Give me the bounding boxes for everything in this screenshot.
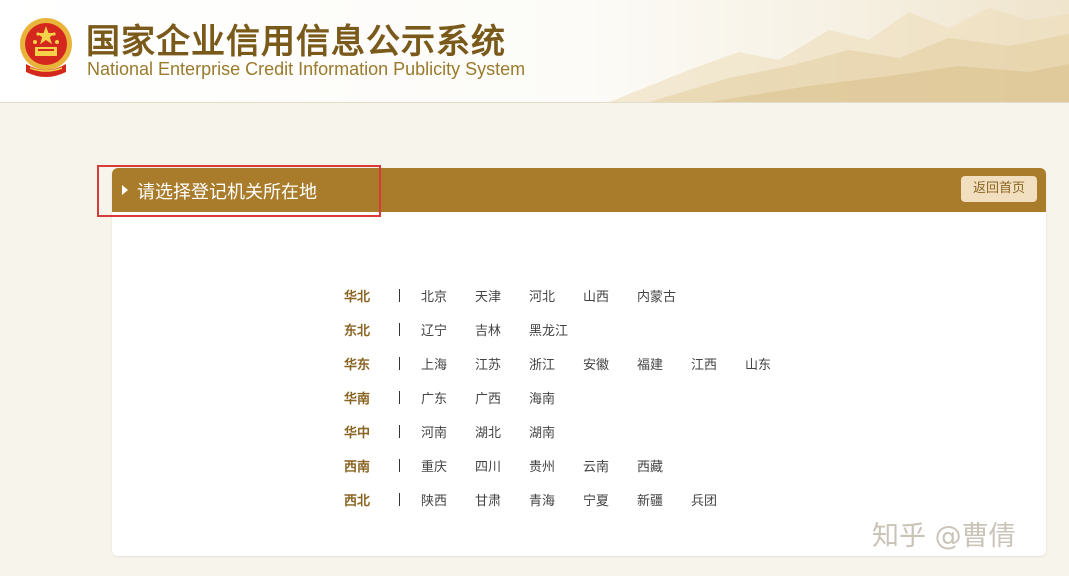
region-label: 华中 (344, 425, 371, 441)
province-link[interactable]: 山东 (745, 354, 799, 373)
region-divider (399, 424, 400, 438)
province-link[interactable]: 陕西 (421, 490, 475, 509)
site-header: 国家企业信用信息公示系统 National Enterprise Credit … (0, 0, 1069, 103)
region-row: 华东 上海 江苏 浙江 安徽 福建 江西 山东 (344, 346, 799, 380)
province-link[interactable]: 广西 (475, 388, 529, 407)
region-selection-panel: 请选择登记机关所在地 返回首页 华北 北京 天津 河北 山西 内蒙古东北 辽宁 吉林 黑龙江华东… (112, 168, 1046, 556)
site-title-english: National Enterprise Credit Information P… (87, 59, 526, 79)
region-row: 华中 河南 湖北 湖南 (344, 414, 799, 448)
panel-title: 请选择登记机关所在地 (137, 182, 317, 203)
region-row: 西南 重庆 四川 贵州 云南 西藏 (344, 448, 799, 482)
mountain-landscape-image (609, 8, 1069, 102)
province-link[interactable]: 甘肃 (475, 490, 529, 509)
province-link[interactable]: 山西 (583, 286, 637, 305)
province-link[interactable]: 贵州 (529, 456, 583, 475)
province-link[interactable]: 浙江 (529, 354, 583, 373)
province-link[interactable]: 北京 (421, 286, 475, 305)
region-divider (399, 322, 400, 336)
province-link[interactable]: 云南 (583, 456, 637, 475)
province-link[interactable]: 湖南 (529, 422, 583, 441)
region-row: 华北 北京 天津 河北 山西 内蒙古 (344, 278, 799, 312)
national-emblem-icon (20, 18, 72, 77)
province-link[interactable]: 西藏 (637, 456, 691, 475)
province-link[interactable]: 辽宁 (421, 320, 475, 339)
region-row: 东北 辽宁 吉林 黑龙江 (344, 312, 799, 346)
region-list: 华北 北京 天津 河北 山西 内蒙古东北 辽宁 吉林 黑龙江华东 上海 江苏 浙江 安徽 福建 江西 山东华南… (344, 278, 799, 516)
region-label: 东北 (344, 323, 371, 339)
region-label: 华北 (344, 289, 371, 305)
province-link[interactable]: 内蒙古 (637, 286, 691, 305)
watermark: 知乎 @曹倩 (872, 521, 1016, 552)
region-divider (399, 458, 400, 472)
province-link[interactable]: 河南 (421, 422, 475, 441)
province-link[interactable]: 河北 (529, 286, 583, 305)
region-row: 西北 陕西 甘肃 青海 宁夏 新疆 兵团 (344, 482, 799, 516)
region-row: 华南 广东 广西 海南 (344, 380, 799, 414)
province-link[interactable]: 天津 (475, 286, 529, 305)
province-link[interactable]: 宁夏 (583, 490, 637, 509)
province-link[interactable]: 青海 (529, 490, 583, 509)
region-divider (399, 288, 400, 302)
site-title-chinese: 国家企业信用信息公示系统 (86, 22, 506, 62)
region-label: 西北 (344, 493, 371, 509)
province-link[interactable]: 江西 (691, 354, 745, 373)
province-link[interactable]: 福建 (637, 354, 691, 373)
province-link[interactable]: 上海 (421, 354, 475, 373)
province-link[interactable]: 重庆 (421, 456, 475, 475)
province-link[interactable]: 海南 (529, 388, 583, 407)
province-link[interactable]: 黑龙江 (529, 320, 583, 339)
caret-right-icon (122, 185, 128, 195)
province-link[interactable]: 湖北 (475, 422, 529, 441)
province-link[interactable]: 吉林 (475, 320, 529, 339)
region-divider (399, 390, 400, 404)
province-link[interactable]: 安徽 (583, 354, 637, 373)
region-label: 华东 (344, 357, 371, 373)
region-divider (399, 492, 400, 506)
province-link[interactable]: 兵团 (691, 490, 745, 509)
province-link[interactable]: 江苏 (475, 354, 529, 373)
province-link[interactable]: 四川 (475, 456, 529, 475)
province-link[interactable]: 广东 (421, 388, 475, 407)
region-label: 西南 (344, 459, 371, 475)
back-to-home-button[interactable]: 返回首页 (961, 176, 1037, 202)
province-link[interactable]: 新疆 (637, 490, 691, 509)
region-label: 华南 (344, 391, 371, 407)
region-divider (399, 356, 400, 370)
panel-header: 请选择登记机关所在地 返回首页 (112, 168, 1046, 212)
